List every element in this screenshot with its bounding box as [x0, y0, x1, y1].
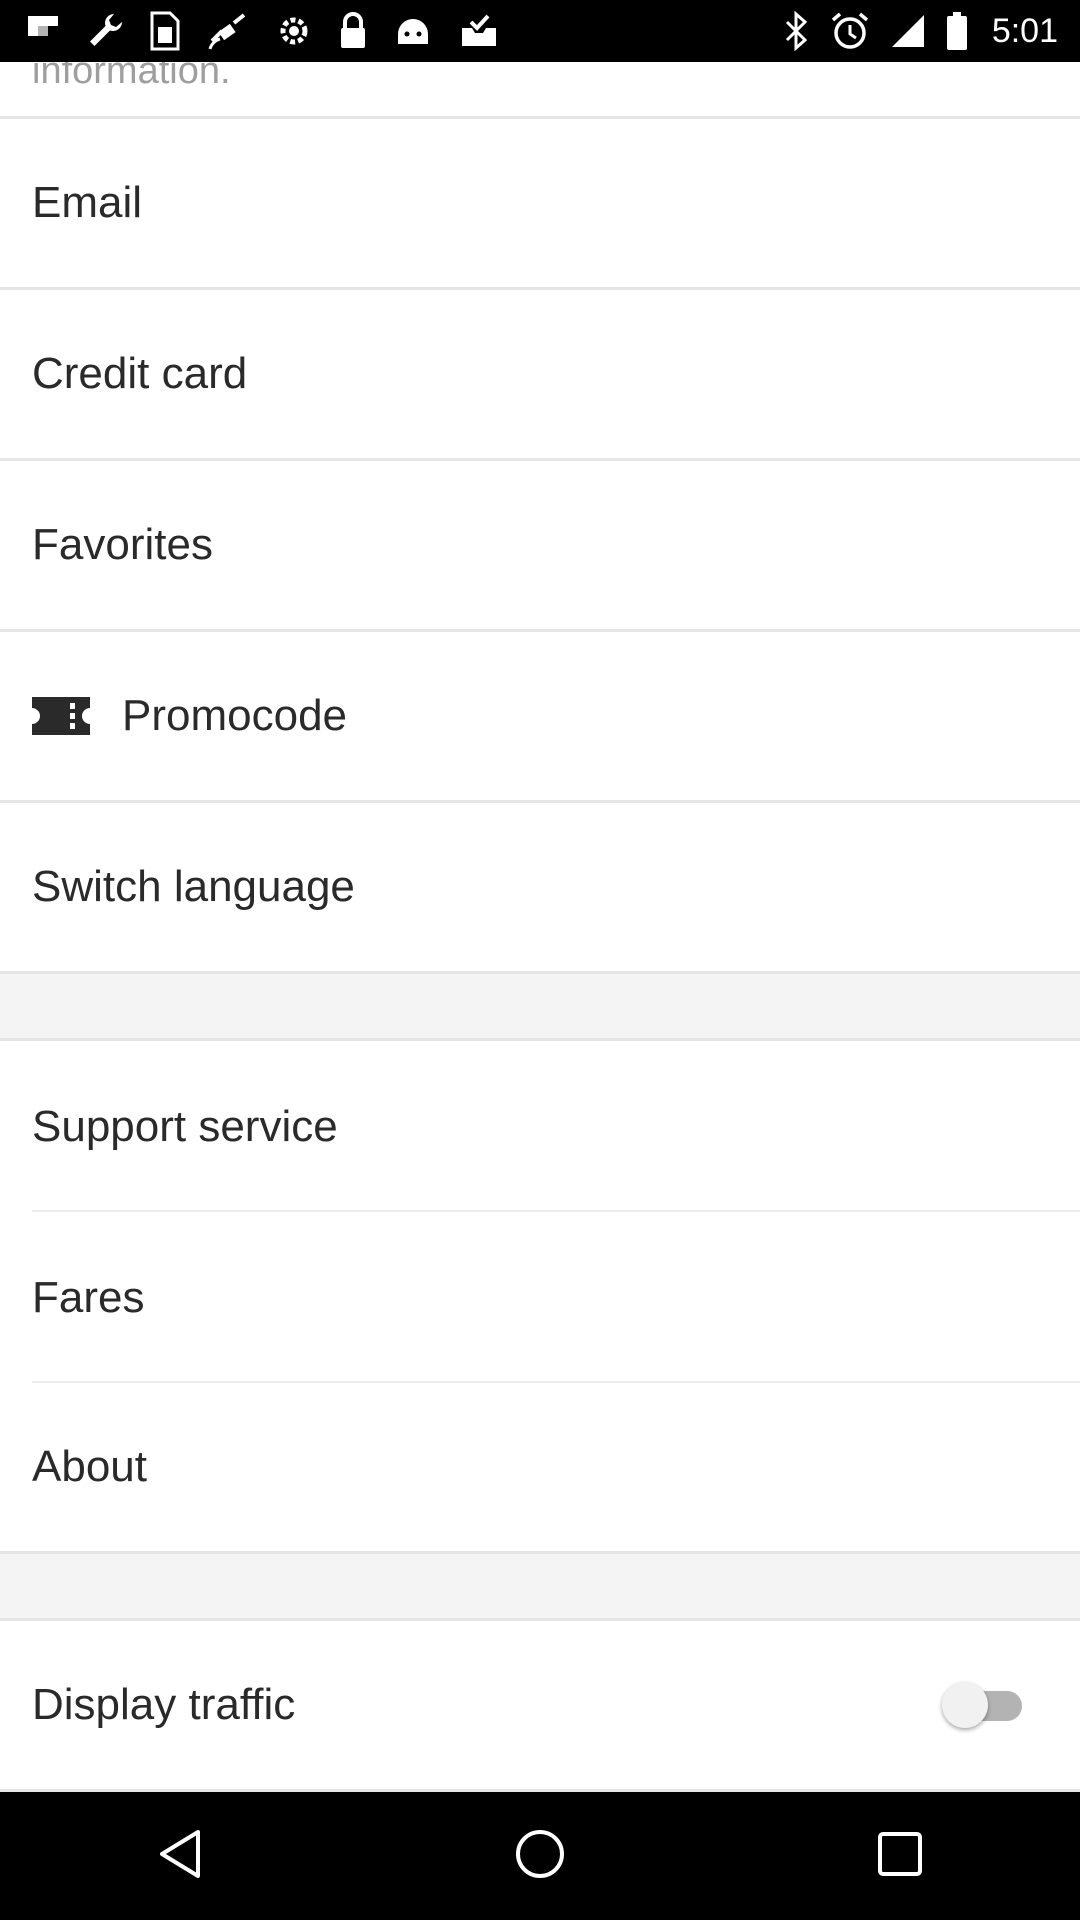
- status-bar: 5:01: [0, 0, 1080, 62]
- recents-icon: [877, 1831, 923, 1882]
- home-icon: [514, 1828, 566, 1885]
- lock-icon: [338, 12, 368, 50]
- menu-item-support-service[interactable]: Support service: [0, 1041, 1080, 1212]
- home-button[interactable]: [460, 1792, 620, 1920]
- flipboard-icon: [26, 14, 60, 48]
- recents-button[interactable]: [820, 1792, 980, 1920]
- menu-item-label: Switch language: [32, 862, 355, 911]
- cut-off-row: information.: [0, 62, 1080, 119]
- alarm-icon: [830, 11, 870, 51]
- back-icon: [156, 1828, 204, 1885]
- menu-item-favorites[interactable]: Favorites: [0, 461, 1080, 632]
- section-separator: [0, 974, 1080, 1041]
- inbox-check-icon: [458, 12, 500, 50]
- android-icon: [394, 14, 432, 48]
- battery-icon: [946, 11, 968, 51]
- menu-item-label: Favorites: [32, 520, 213, 569]
- menu-item-promocode[interactable]: Promocode: [0, 632, 1080, 803]
- menu-item-about[interactable]: About: [0, 1383, 1080, 1554]
- menu-item-credit-card[interactable]: Credit card: [0, 290, 1080, 461]
- bluetooth-icon: [784, 11, 810, 51]
- menu-item-label: About: [32, 1442, 147, 1491]
- menu-item-label: Support service: [32, 1101, 338, 1151]
- menu-item-display-traffic[interactable]: Display traffic: [0, 1621, 1080, 1792]
- settings-list[interactable]: information. Email Credit card Favorites…: [0, 62, 1080, 1792]
- menu-item-label: Credit card: [32, 349, 248, 398]
- menu-item-label: Display traffic: [32, 1680, 296, 1729]
- settings-icon: [276, 13, 312, 49]
- status-right-icons: 5:01: [784, 11, 1058, 51]
- sim-icon: [150, 11, 180, 51]
- menu-item-label: Promocode: [122, 691, 348, 740]
- menu-item-fares[interactable]: Fares: [0, 1212, 1080, 1383]
- back-button[interactable]: [100, 1792, 260, 1920]
- navigation-bar: [0, 1792, 1080, 1920]
- ticket-icon: [32, 697, 90, 735]
- menu-item-switch-language[interactable]: Switch language: [0, 803, 1080, 974]
- cut-off-text: information.: [32, 62, 231, 92]
- menu-item-label: Fares: [32, 1272, 145, 1322]
- toggle-knob: [942, 1682, 988, 1728]
- display-traffic-toggle[interactable]: [942, 1680, 1024, 1730]
- section-separator: [0, 1554, 1080, 1621]
- wrench-icon: [86, 12, 124, 50]
- signal-icon: [890, 13, 926, 49]
- status-time: 5:01: [991, 11, 1058, 50]
- status-left-icons: [26, 11, 500, 51]
- menu-item-email[interactable]: Email: [0, 119, 1080, 290]
- menu-item-label: Email: [32, 178, 143, 227]
- fake-gps-icon: [206, 11, 250, 51]
